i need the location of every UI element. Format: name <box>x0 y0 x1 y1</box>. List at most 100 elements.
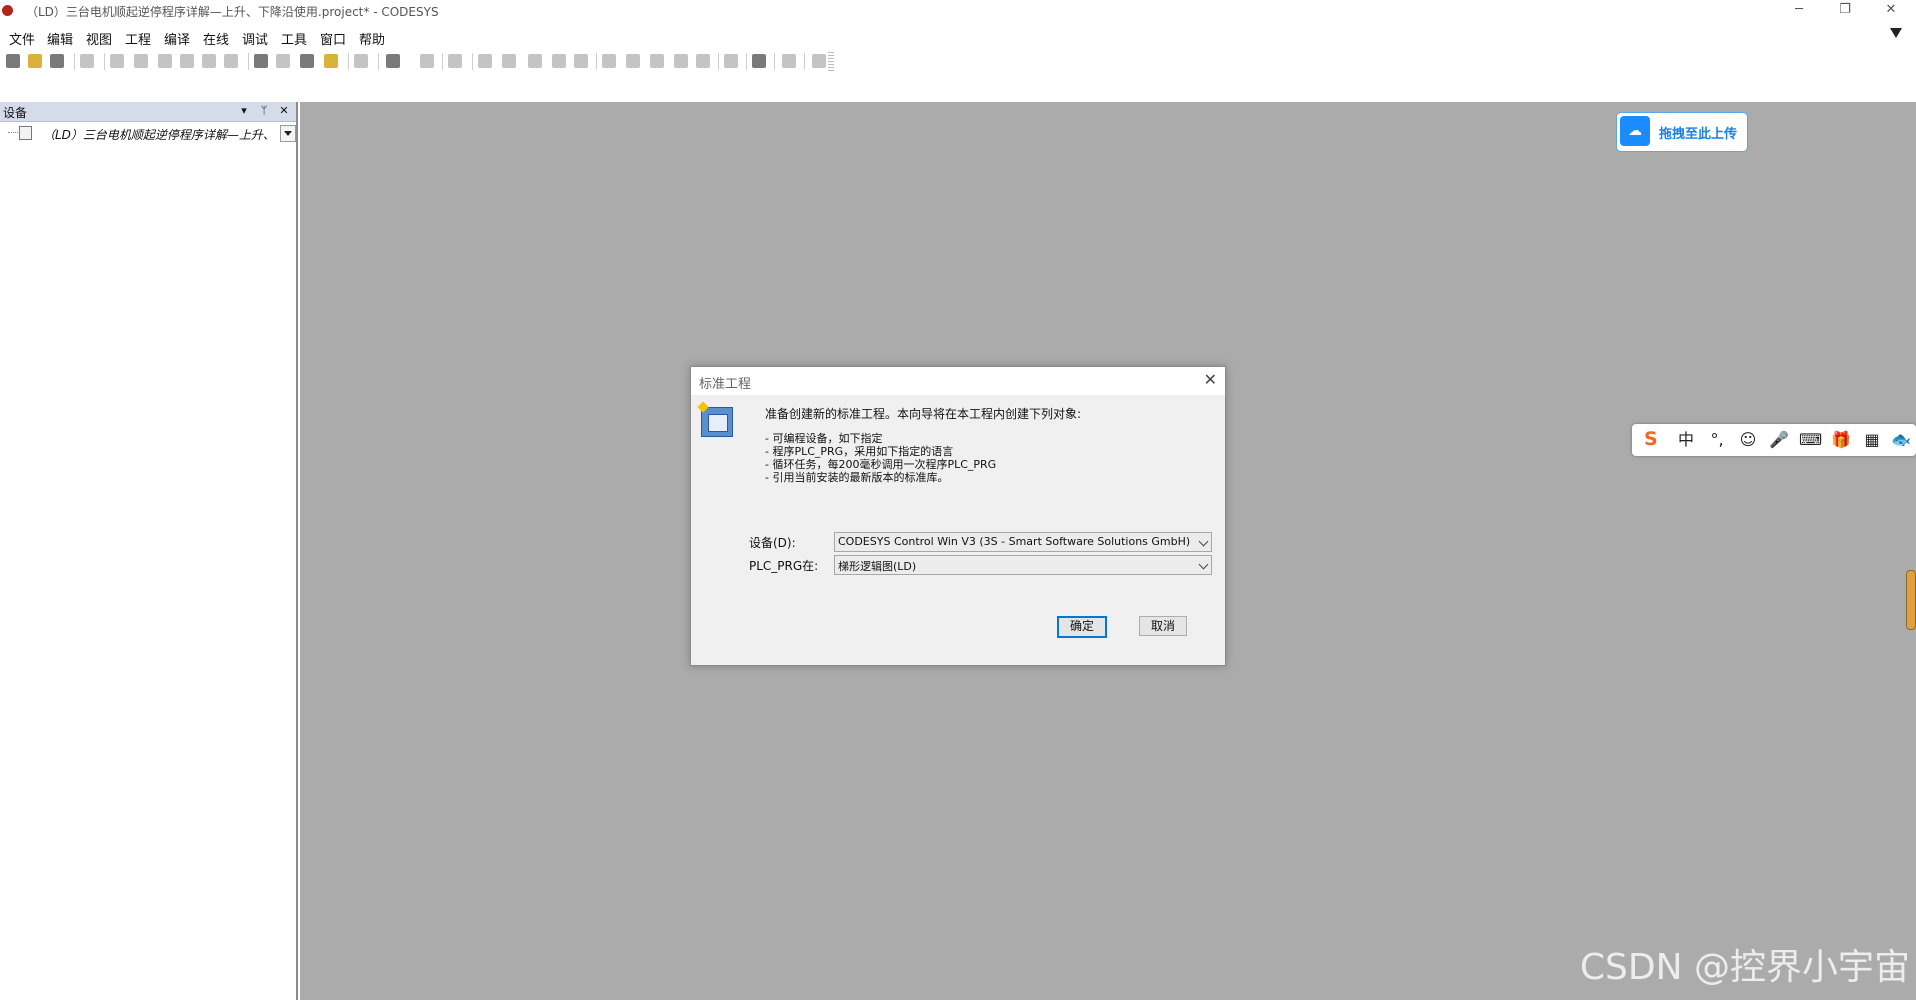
open-project-icon[interactable] <box>28 54 42 68</box>
dialog-object-list: - 可编程设备，如下指定 - 程序PLC_PRG，采用如下指定的语言 - 循环任… <box>765 432 996 484</box>
dialog-close-icon[interactable]: ✕ <box>1204 370 1217 389</box>
codesys-app-icon <box>2 5 13 16</box>
menu-bar: 文件 编辑 视图 工程 编译 在线 调试 工具 窗口 帮助 <box>0 26 1916 48</box>
menu-debug[interactable]: 调试 <box>242 29 268 48</box>
plcprg-language-select[interactable]: 梯形逻辑图(LD) <box>834 555 1212 575</box>
skin-icon[interactable]: 🐟 <box>1890 429 1912 451</box>
show-current-statement-icon[interactable] <box>724 54 738 68</box>
ime-chinese-mode-toggle[interactable]: 中 <box>1675 429 1697 451</box>
chevron-down-icon <box>1198 559 1209 570</box>
toolbar-separator <box>804 53 805 70</box>
standard-project-dialog: 标准工程 ✕ 准备创建新的标准工程。本向导将在本工程内创建下列对象: - 可编程… <box>690 366 1226 666</box>
side-scroll-handle[interactable] <box>1906 570 1916 630</box>
copy-icon[interactable] <box>180 54 194 68</box>
save-icon[interactable] <box>50 54 64 68</box>
build-icon[interactable] <box>448 54 462 68</box>
toolbar-separator <box>718 53 719 70</box>
toolbar-separator <box>774 53 775 70</box>
keyboard-icon[interactable]: ⌨ <box>1799 429 1822 451</box>
toolbar <box>0 50 1916 74</box>
toolbar-separator <box>746 53 747 70</box>
find-binoculars-icon[interactable] <box>300 54 314 68</box>
toolbar-separator <box>472 53 473 70</box>
run-to-cursor-icon[interactable] <box>674 54 688 68</box>
menu-build[interactable]: 编译 <box>164 29 190 48</box>
window-title: （LD）三台电机顺起逆停程序详解—上升、下降沿使用.project* - COD… <box>26 5 439 19</box>
dialog-intro-text: 准备创建新的标准工程。本向导将在本工程内创建下列对象: <box>765 407 1082 421</box>
redo-icon[interactable] <box>134 54 148 68</box>
close-button[interactable]: ✕ <box>1868 0 1914 22</box>
toolbar-separator <box>248 53 249 70</box>
minimize-button[interactable]: ─ <box>1776 0 1822 22</box>
new-project-icon[interactable] <box>6 54 20 68</box>
step-into-icon[interactable] <box>626 54 640 68</box>
login-icon[interactable] <box>478 54 492 68</box>
menu-view[interactable]: 视图 <box>86 29 112 48</box>
write-values-icon[interactable] <box>752 54 766 68</box>
ok-button[interactable]: 确定 <box>1057 616 1107 638</box>
panel-menu-dropdown-icon[interactable]: ▾ <box>237 103 251 119</box>
select-device-icon[interactable] <box>386 54 400 68</box>
undo-icon[interactable] <box>110 54 124 68</box>
menu-edit[interactable]: 编辑 <box>47 29 73 48</box>
print-icon[interactable] <box>80 54 94 68</box>
stop-icon[interactable] <box>552 54 566 68</box>
step-over-icon[interactable] <box>602 54 616 68</box>
device-select[interactable]: CODESYS Control Win V3 (3S - Smart Softw… <box>834 532 1212 552</box>
menu-online[interactable]: 在线 <box>203 29 229 48</box>
list-item: - 循环任务，每200毫秒调用一次程序PLC_PRG <box>765 458 997 471</box>
menu-file[interactable]: 文件 <box>9 29 35 48</box>
restore-button[interactable]: ❐ <box>1822 0 1868 22</box>
run-icon[interactable] <box>528 54 542 68</box>
chevron-down-icon <box>1198 536 1209 547</box>
force-values-icon[interactable] <box>782 54 796 68</box>
menu-help[interactable]: 帮助 <box>359 29 385 48</box>
device-panel-title: 设备 <box>3 106 28 120</box>
plcprg-language-value: 梯形逻辑图(LD) <box>838 560 917 573</box>
toolbar-separator <box>596 53 597 70</box>
replace-binoculars-icon[interactable] <box>324 54 338 68</box>
microphone-icon[interactable]: 🎤 <box>1768 429 1790 451</box>
delete-icon[interactable] <box>224 54 238 68</box>
menu-window[interactable]: 窗口 <box>320 29 346 48</box>
reset-icon[interactable] <box>574 54 588 68</box>
menu-project[interactable]: 工程 <box>125 29 151 48</box>
cloud-upload-button[interactable]: ☁ 拖拽至此上传 <box>1616 112 1748 152</box>
set-next-statement-icon[interactable] <box>696 54 710 68</box>
filter-icon[interactable] <box>1890 28 1902 38</box>
list-item: - 程序PLC_PRG，采用如下指定的语言 <box>765 445 954 458</box>
paste-icon[interactable] <box>202 54 216 68</box>
panel-close-icon[interactable]: ✕ <box>277 103 291 119</box>
toolbar-grip[interactable] <box>828 52 834 72</box>
emoji-icon[interactable]: ☺ <box>1737 429 1759 451</box>
plcprg-language-label: PLC_PRG在: <box>749 559 819 573</box>
step-out-icon[interactable] <box>650 54 664 68</box>
add-object-icon[interactable] <box>420 54 434 68</box>
toolbar-separator <box>442 53 443 70</box>
gift-icon[interactable]: 🎁 <box>1830 429 1852 451</box>
cut-icon[interactable] <box>158 54 172 68</box>
menu-tools[interactable]: 工具 <box>281 29 307 48</box>
logout-icon[interactable] <box>502 54 516 68</box>
pin-icon[interactable]: ᛘ <box>257 103 271 119</box>
list-item: - 可编程设备，如下指定 <box>765 432 883 445</box>
ime-toolbar: S 中 °, ☺ 🎤 ⌨ 🎁 ▦ 🐟 <box>1632 424 1916 456</box>
device-panel-header: 设备 ▾ ᛘ ✕ <box>0 102 296 122</box>
replace-icon[interactable] <box>276 54 290 68</box>
cancel-button[interactable]: 取消 <box>1139 616 1187 636</box>
dialog-titlebar: 标准工程 ✕ <box>691 367 1225 395</box>
device-tree-root-label: （LD）三台电机顺起逆停程序详解—上升、下降沿使用 <box>43 128 276 142</box>
find-icon[interactable] <box>254 54 268 68</box>
sogou-logo-icon[interactable]: S <box>1644 428 1658 450</box>
project-icon <box>19 126 32 140</box>
tree-dropdown-icon[interactable] <box>280 125 296 142</box>
device-tree-root[interactable]: （LD）三台电机顺起逆停程序详解—上升、下降沿使用 <box>0 124 296 142</box>
punctuation-icon[interactable]: °, <box>1706 429 1728 451</box>
multi-tool-icon[interactable] <box>812 54 826 68</box>
grid-menu-icon[interactable]: ▦ <box>1861 429 1883 451</box>
bookmark-icon[interactable] <box>354 54 368 68</box>
device-field-label: 设备(D): <box>749 536 796 550</box>
title-bar: （LD）三台电机顺起逆停程序详解—上升、下降沿使用.project* - COD… <box>0 0 1916 22</box>
toolbar-separator <box>74 53 75 70</box>
new-project-wizard-icon <box>701 407 733 437</box>
